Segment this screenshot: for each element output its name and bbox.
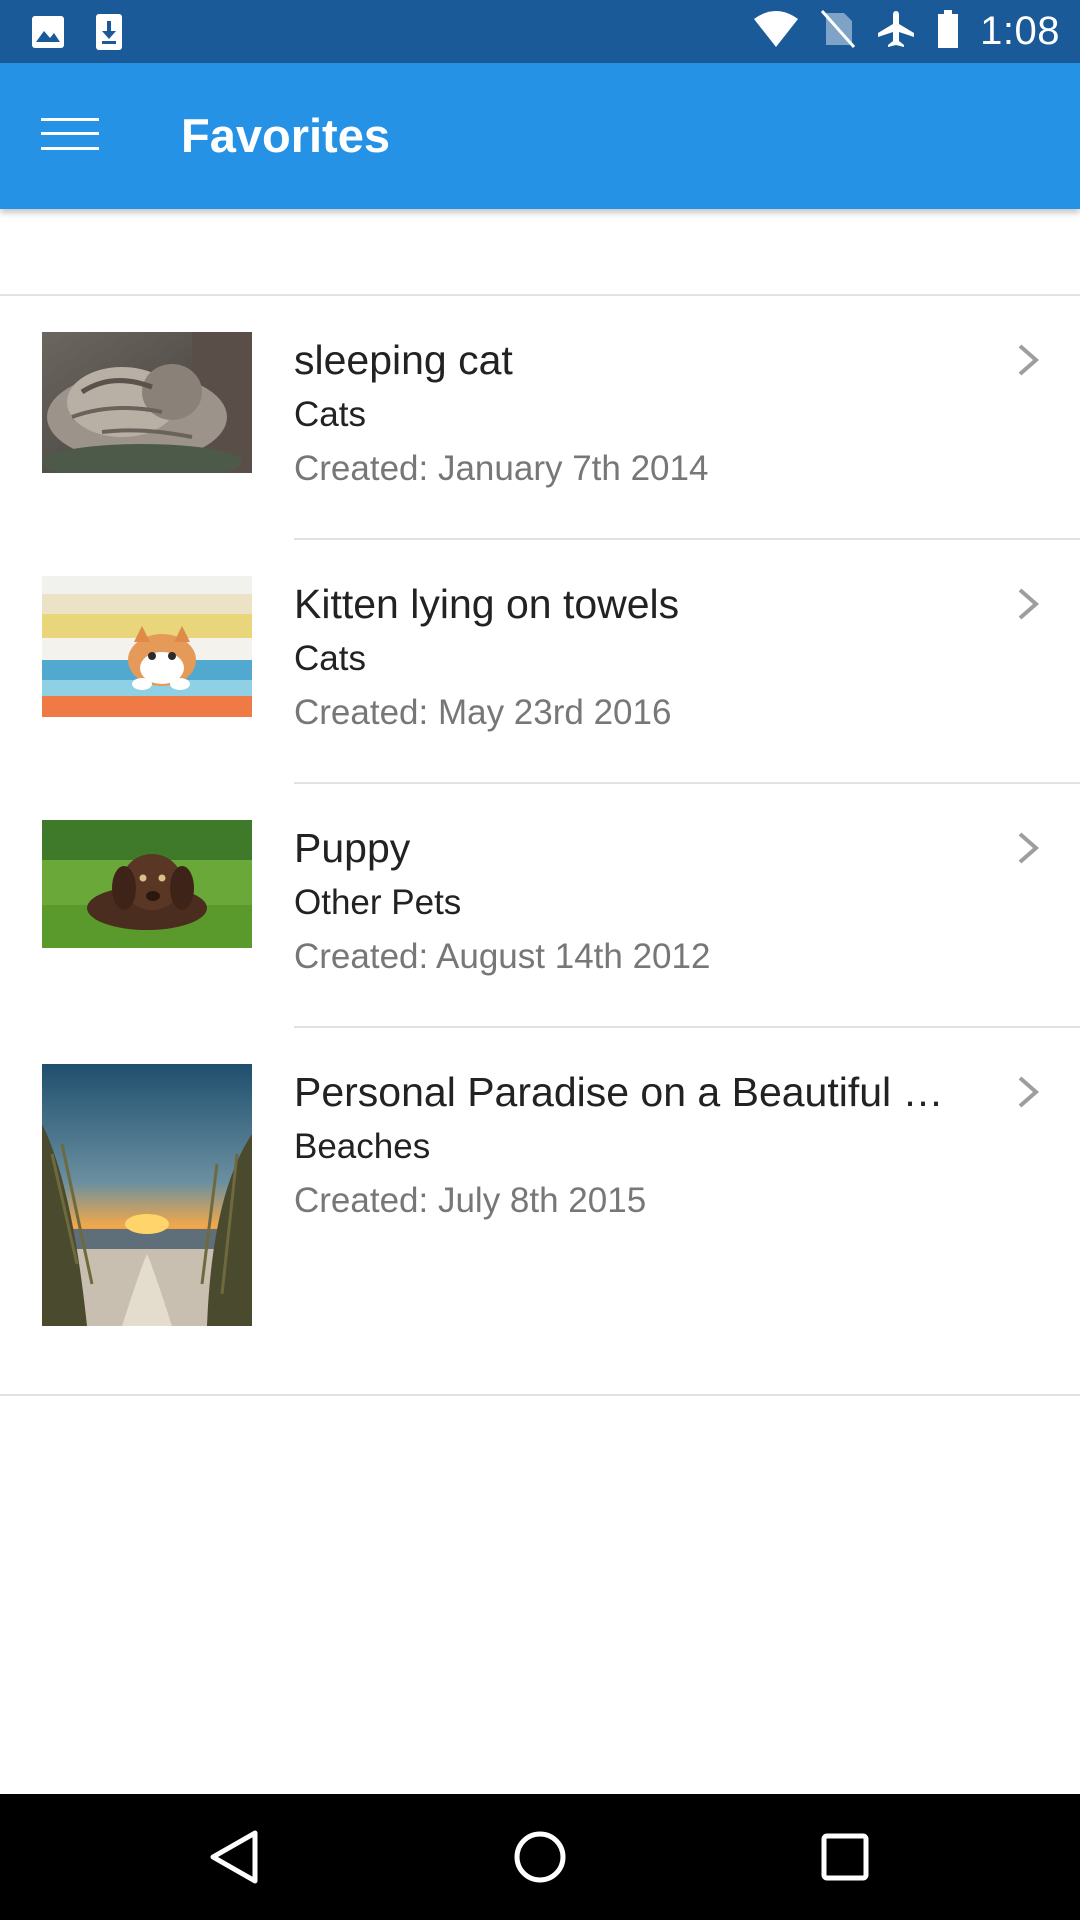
item-created-date: Created: August 14th 2012 <box>294 937 711 976</box>
favorites-screen: 1:08 Favorites sleeping cat Cats Created… <box>0 0 1080 1920</box>
status-right-icons: 1:08 <box>752 0 1060 63</box>
battery-icon <box>936 9 960 54</box>
item-title: Personal Paradise on a Beautiful … <box>294 1069 944 1115</box>
app-bar: Favorites <box>0 63 1080 209</box>
item-title: sleeping cat <box>294 337 513 383</box>
puppy-image <box>42 820 252 948</box>
status-left-icons <box>30 12 124 57</box>
home-icon[interactable] <box>510 1827 570 1887</box>
recents-icon[interactable] <box>815 1827 875 1887</box>
item-category: Cats <box>294 639 366 678</box>
item-text: Kitten lying on towels Cats Created: May… <box>294 578 954 736</box>
chevron-right-icon <box>1014 1072 1044 1112</box>
item-created-date: Created: July 8th 2015 <box>294 1181 647 1220</box>
sleeping-cat-image <box>42 332 252 473</box>
chevron-right-icon <box>1014 340 1044 380</box>
system-nav-bar <box>0 1794 1080 1920</box>
status-time: 1:08 <box>980 9 1060 53</box>
hamburger-menu-icon[interactable] <box>41 116 99 157</box>
item-created-date: Created: May 23rd 2016 <box>294 693 672 732</box>
list-item[interactable]: Personal Paradise on a Beautiful … Beach… <box>0 1028 1080 1396</box>
item-title: Puppy <box>294 825 411 871</box>
back-icon[interactable] <box>205 1827 265 1887</box>
image-icon <box>30 14 66 55</box>
item-category: Cats <box>294 395 366 434</box>
item-category: Beaches <box>294 1127 431 1166</box>
favorites-list: sleeping cat Cats Created: January 7th 2… <box>0 294 1080 1396</box>
airplane-icon <box>876 9 916 54</box>
chevron-right-icon <box>1014 584 1044 624</box>
item-text: Puppy Other Pets Created: August 14th 20… <box>294 822 954 980</box>
item-category: Other Pets <box>294 883 462 922</box>
no-sim-icon <box>820 9 856 54</box>
page-title: Favorites <box>181 109 390 162</box>
menu-button[interactable] <box>30 101 110 171</box>
kitten-towels-image <box>42 576 252 717</box>
list-item[interactable]: sleeping cat Cats Created: January 7th 2… <box>0 296 1080 540</box>
list-item[interactable]: Kitten lying on towels Cats Created: May… <box>0 540 1080 784</box>
chevron-right-icon <box>1014 828 1044 868</box>
item-created-date: Created: January 7th 2014 <box>294 449 709 488</box>
status-bar: 1:08 <box>0 0 1080 63</box>
item-text: Personal Paradise on a Beautiful … Beach… <box>294 1066 954 1224</box>
item-title: Kitten lying on towels <box>294 581 680 627</box>
wifi-icon <box>752 9 800 54</box>
item-text: sleeping cat Cats Created: January 7th 2… <box>294 334 954 492</box>
beach-sunset-image <box>42 1064 252 1326</box>
download-icon <box>94 12 124 57</box>
list-item[interactable]: Puppy Other Pets Created: August 14th 20… <box>0 784 1080 1028</box>
